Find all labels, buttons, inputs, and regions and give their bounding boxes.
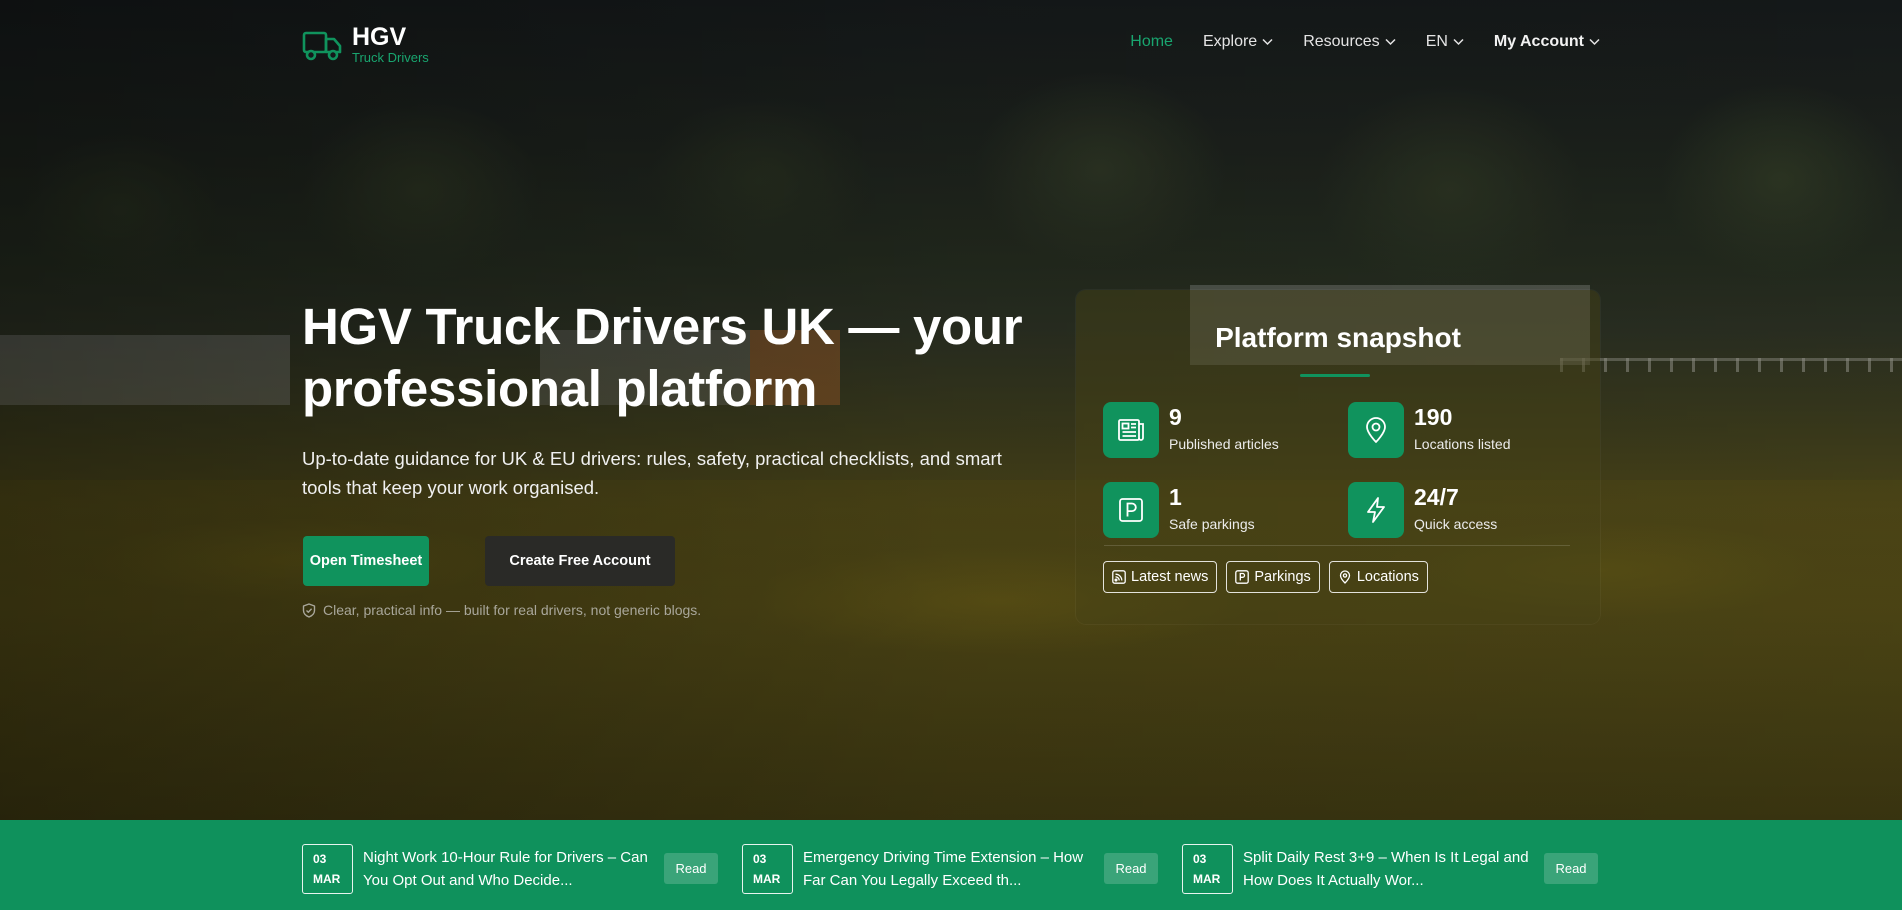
rss-icon: [1112, 570, 1126, 584]
nav-item-label: Resources: [1303, 33, 1380, 50]
chevron-down-icon: [1385, 38, 1396, 46]
nav-item-label: My Account: [1493, 33, 1584, 50]
news-item[interactable]: 03 MAR Night Work 10-Hour Rule for Drive…: [302, 844, 747, 896]
parkings-chip[interactable]: Parkings: [1226, 561, 1320, 593]
stat-quick-access: 24/7 Quick access: [1348, 482, 1578, 538]
hero-note: Clear, practical info — built for real d…: [302, 602, 701, 618]
platform-snapshot-panel: Platform snapshot 9 Published articles 1…: [1076, 290, 1600, 624]
chip-label: Locations: [1356, 569, 1419, 585]
news-date: 03 MAR: [742, 844, 793, 894]
truck-icon: [302, 31, 342, 61]
news-day: 03: [1193, 852, 1207, 866]
read-button[interactable]: Read: [664, 853, 718, 884]
stat-label: Quick access: [1414, 516, 1498, 532]
stat-safe-parkings: 1 Safe parkings: [1103, 482, 1333, 538]
stat-value: 24/7: [1414, 484, 1459, 510]
panel-divider: [1104, 545, 1570, 546]
news-item[interactable]: 03 MAR Emergency Driving Time Extension …: [742, 844, 1187, 896]
title-underline: [1300, 374, 1370, 377]
shield-check-icon: [302, 602, 316, 618]
brand-name: HGV: [352, 23, 407, 51]
stat-icon-box: [1103, 402, 1159, 458]
stat-icon-box: [1103, 482, 1159, 538]
parking-icon: [1119, 498, 1143, 522]
nav-item-label: EN: [1425, 33, 1448, 50]
site-header: HGV Truck Drivers Home Explore Resources…: [0, 0, 1902, 86]
stat-label: Published articles: [1169, 436, 1279, 452]
hero-note-text: Clear, practical info — built for real d…: [323, 602, 702, 618]
brand-text: HGV Truck Drivers: [352, 24, 429, 66]
locations-chip[interactable]: Locations: [1328, 561, 1428, 593]
brand-logo[interactable]: HGV Truck Drivers: [302, 24, 429, 66]
nav-item-my-account[interactable]: My Account: [1494, 33, 1600, 51]
quick-links: Latest news Parkings Locations: [1103, 561, 1428, 593]
news-month: MAR: [313, 872, 341, 886]
map-pin-icon: [1366, 417, 1386, 443]
hero-description: Up-to-date guidance for UK & EU drivers:…: [302, 448, 1002, 498]
nav-item-resources[interactable]: Resources: [1303, 33, 1396, 51]
newspaper-icon: [1118, 419, 1144, 441]
latest-news-strip: 03 MAR Night Work 10-Hour Rule for Drive…: [0, 820, 1902, 910]
news-title[interactable]: Night Work 10-Hour Rule for Drivers – Ca…: [363, 846, 663, 892]
read-button[interactable]: Read: [1544, 853, 1598, 884]
stat-value: 9: [1169, 404, 1182, 430]
stat-value: 1: [1169, 484, 1182, 510]
news-day: 03: [313, 852, 327, 866]
create-account-button[interactable]: Create Free Account: [485, 536, 675, 586]
chevron-down-icon: [1453, 38, 1464, 46]
stat-icon-box: [1348, 402, 1404, 458]
news-day: 03: [753, 852, 767, 866]
read-button[interactable]: Read: [1104, 853, 1158, 884]
hero-title: HGV Truck Drivers UK — your professional…: [302, 298, 1023, 417]
stat-locations-listed: 190 Locations listed: [1348, 402, 1578, 458]
news-month: MAR: [753, 872, 781, 886]
stat-label: Safe parkings: [1169, 516, 1255, 532]
panel-title: Platform snapshot: [1215, 322, 1461, 353]
stat-value: 190: [1414, 404, 1453, 430]
chip-label: Parkings: [1254, 569, 1311, 585]
chevron-down-icon: [1262, 38, 1273, 46]
news-title[interactable]: Emergency Driving Time Extension – How F…: [803, 846, 1103, 892]
nav-item-label: Explore: [1202, 33, 1258, 50]
nav-item-language[interactable]: EN: [1426, 33, 1464, 51]
news-date: 03 MAR: [1182, 844, 1233, 894]
stat-label: Locations listed: [1414, 436, 1511, 452]
stat-icon-box: [1348, 482, 1404, 538]
lightning-icon: [1367, 497, 1385, 523]
stat-published-articles: 9 Published articles: [1103, 402, 1333, 458]
open-timesheet-button[interactable]: Open Timesheet: [303, 536, 429, 586]
nav-item-home[interactable]: Home: [1130, 33, 1173, 51]
chevron-down-icon: [1589, 38, 1600, 46]
map-pin-icon: [1339, 570, 1350, 584]
latest-news-chip[interactable]: Latest news: [1103, 561, 1218, 593]
news-date: 03 MAR: [302, 844, 353, 894]
nav-item-explore[interactable]: Explore: [1203, 33, 1273, 51]
news-month: MAR: [1193, 872, 1221, 886]
news-title[interactable]: Split Daily Rest 3+9 – When Is It Legal …: [1243, 846, 1543, 892]
news-item[interactable]: 03 MAR Split Daily Rest 3+9 – When Is It…: [1182, 844, 1627, 896]
chip-label: Latest news: [1131, 569, 1209, 585]
main-nav: Home Explore Resources EN My Account: [1130, 33, 1600, 51]
parking-icon: [1235, 570, 1250, 584]
brand-tagline: Truck Drivers: [352, 50, 429, 65]
nav-item-label: Home: [1130, 33, 1173, 50]
